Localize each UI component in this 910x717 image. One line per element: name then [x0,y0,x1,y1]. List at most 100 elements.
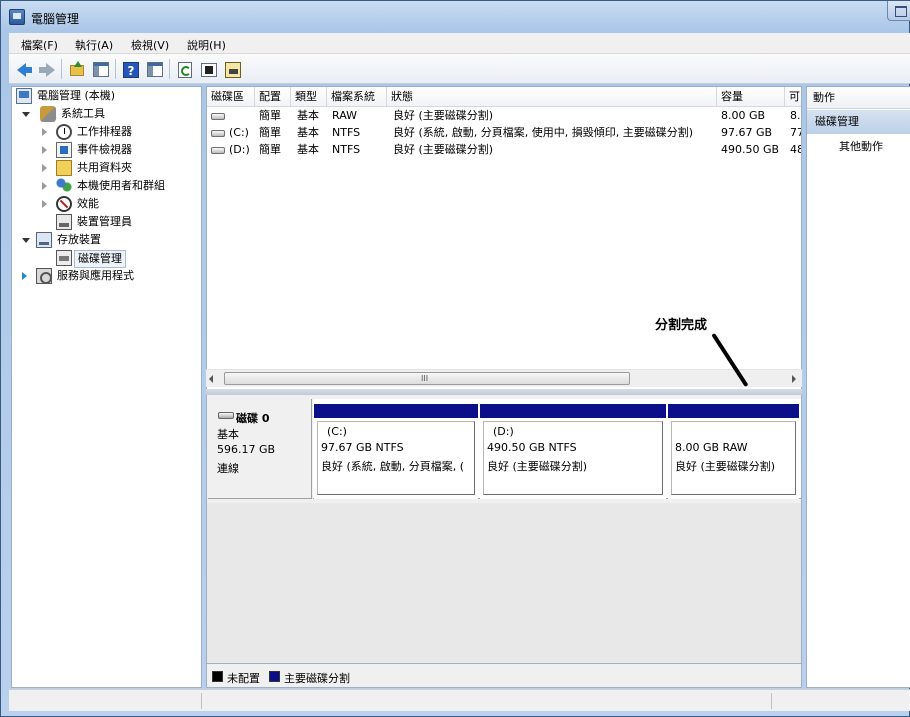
expand-arrow-icon[interactable] [42,182,47,190]
disk-state: 連線 [217,462,239,475]
cell-free: 77 [790,126,801,139]
drive-icon [211,113,225,120]
tree-item-label: 系統工具 [61,107,105,120]
menu-view[interactable]: 檢視(V) [131,37,169,53]
tree-item-label: 事件檢視器 [77,143,132,156]
disk-name: 磁碟 0 [236,412,270,425]
show-hide-action-pane-button[interactable] [145,60,163,78]
refresh-button[interactable] [175,60,193,78]
partition-size: 490.50 GB NTFS [487,441,577,454]
menu-action[interactable]: 執行(A) [75,37,113,53]
forward-arrow-icon [46,63,55,77]
computer-management-window: 電腦管理 檔案(F) 執行(A) 檢視(V) 說明(H) ? 電腦管理 (本機)… [0,0,910,717]
tree-item-device-manager[interactable]: 裝置管理員 [40,213,196,231]
up-one-level-button[interactable] [67,60,85,78]
column-header-file-system[interactable]: 檔案系統 [327,87,387,107]
partition-c[interactable]: (C:) 97.67 GB NTFS 良好 (系統, 啟動, 分頁檔案, ( [314,404,478,499]
tree-item-label: 共用資料夾 [77,161,132,174]
services-icon [36,268,52,284]
partition-details: (C:) 97.67 GB NTFS 良好 (系統, 啟動, 分頁檔案, ( [317,421,475,495]
action-pane-icon [147,62,163,77]
console-tree-icon [93,62,109,77]
legend-primary-swatch [269,671,280,682]
partition-size: 97.67 GB NTFS [321,441,404,454]
column-header-layout[interactable]: 配置 [255,87,291,107]
properties-button[interactable] [199,60,217,78]
scroll-left-arrow-icon[interactable] [209,375,213,383]
cell-status: 良好 (系統, 啟動, 分頁檔案, 使用中, 損毀傾印, 主要磁碟分割) [393,126,694,139]
drive-icon [211,147,225,154]
column-header-volume[interactable]: 磁碟區 [207,87,255,107]
refresh-icon [178,62,192,78]
cell-layout: 簡單 [259,143,281,156]
computer-management-icon [9,9,25,25]
tree-item-system-tools[interactable]: 系統工具 [20,105,196,123]
expand-arrow-icon[interactable] [42,128,47,136]
collapse-arrow-icon[interactable] [22,112,30,117]
tree-item-shared-folders[interactable]: 共用資料夾 [40,159,196,177]
tree-item-label: 磁碟管理 [74,250,126,268]
forward-button[interactable] [37,60,55,78]
cell-layout: 簡單 [259,109,281,122]
disk-0-label[interactable]: 磁碟 0 基本 596.17 GB 連線 [208,399,312,499]
forward-arrow-tail [39,67,46,73]
more-actions-link[interactable]: 其他動作 [839,138,883,154]
partition-raw[interactable]: 8.00 GB RAW 良好 (主要磁碟分割) [668,404,799,499]
column-header-free-space[interactable]: 可 [785,87,801,107]
expand-arrow-icon[interactable] [42,146,47,154]
tree-item-label: 存放裝置 [57,233,101,246]
action-pane: 動作 磁碟管理 其他動作 [806,86,910,688]
maximize-button[interactable] [887,1,910,21]
tree-item-local-users[interactable]: 本機使用者和群組 [40,177,196,195]
annotation-label: 分割完成 [655,318,708,333]
cell-type: 基本 [297,126,319,139]
status-separator [771,693,772,709]
legend-primary-label: 主要磁碟分割 [284,672,350,685]
show-hide-tree-button[interactable] [91,60,109,78]
disk-kind: 基本 [217,428,239,441]
disk-size: 596.17 GB [217,443,276,456]
tree-item-computer-management[interactable]: 電腦管理 (本機) [16,87,196,105]
legend-unallocated-label: 未配置 [227,672,260,685]
partition-status: 良好 (主要磁碟分割) [487,460,588,473]
back-button[interactable] [15,60,33,78]
tree-item-task-scheduler[interactable]: 工作排程器 [40,123,196,141]
cell-capacity: 490.50 GB [721,143,780,156]
column-header-type[interactable]: 類型 [291,87,327,107]
partition-primary-bar [668,404,799,418]
tree-item-disk-management[interactable]: 磁碟管理 [48,249,196,268]
column-header-status[interactable]: 狀態 [387,87,717,107]
cell-file-system: NTFS [332,126,361,139]
menu-file[interactable]: 檔案(F) [21,37,58,53]
disk-view-empty-area [207,503,801,663]
disk-graphical-view: 磁碟 0 基本 596.17 GB 連線 (C:) 97.67 GB NTFS … [206,395,802,663]
scrollbar-thumb[interactable]: III [224,372,630,385]
cell-capacity: 97.67 GB [721,126,773,139]
toolbar: ? [9,54,910,84]
column-header-capacity[interactable]: 容量 [717,87,785,107]
cell-file-system: NTFS [332,143,361,156]
expand-arrow-icon[interactable] [22,272,27,280]
toolbar-separator [169,59,170,79]
back-arrow-tail [25,67,32,73]
cell-file-system: RAW [332,109,357,122]
collapse-arrow-icon[interactable] [22,238,30,243]
action-section-disk-management[interactable]: 磁碟管理 [807,110,910,134]
tree-item-event-viewer[interactable]: 事件檢視器 [40,141,196,159]
expand-arrow-icon[interactable] [42,200,47,208]
cell-free: 8. [790,109,801,122]
disk-settings-button[interactable] [223,60,241,78]
tree-item-storage[interactable]: 存放裝置 [20,231,196,249]
horizontal-scrollbar[interactable]: III [206,369,802,387]
partition-d[interactable]: (D:) 490.50 GB NTFS 良好 (主要磁碟分割) [480,404,666,499]
help-button[interactable]: ? [121,60,139,78]
tree-item-performance[interactable]: 效能 [40,195,196,213]
legend: 未配置 主要磁碟分割 [206,663,802,688]
shared-folder-icon [56,160,72,176]
scroll-right-arrow-icon[interactable] [792,375,796,383]
expand-arrow-icon[interactable] [42,164,47,172]
menu-help[interactable]: 說明(H) [187,37,226,53]
users-icon [56,178,72,194]
cell-layout: 簡單 [259,126,281,139]
tree-item-services[interactable]: 服務與應用程式 [20,267,196,285]
